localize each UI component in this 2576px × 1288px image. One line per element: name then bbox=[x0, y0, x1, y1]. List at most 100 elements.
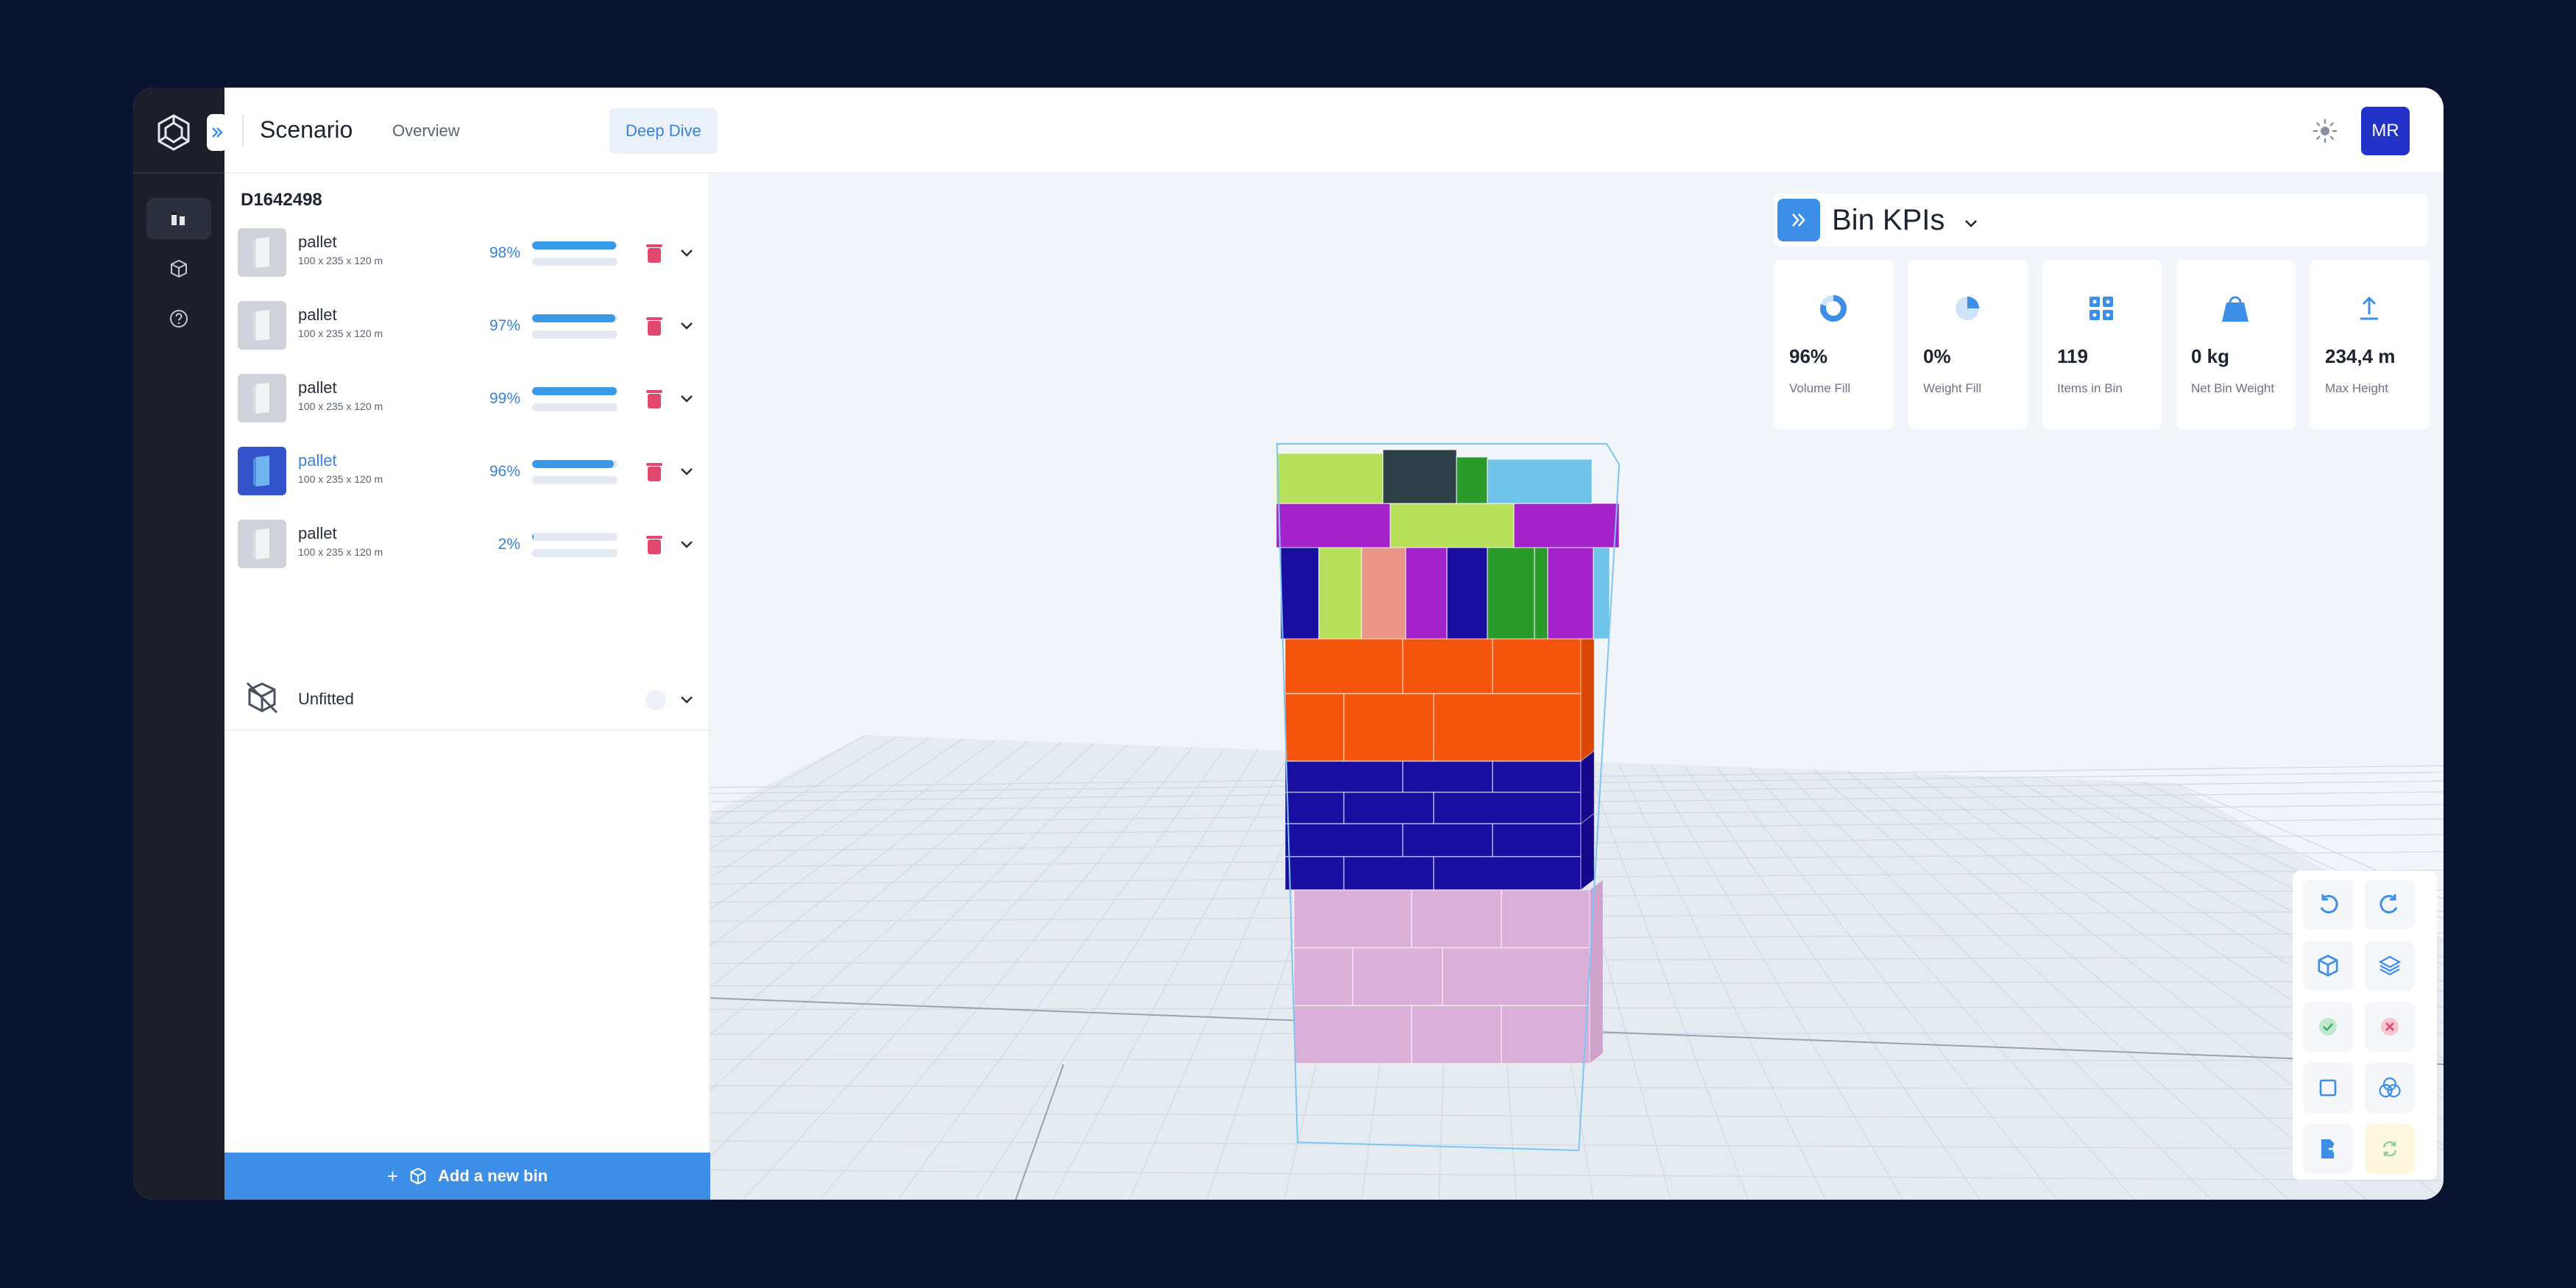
sun-icon bbox=[2313, 118, 2338, 144]
trash-icon bbox=[646, 536, 662, 554]
bin-row[interactable]: pallet 100 x 235 x 120 m 98% bbox=[224, 218, 710, 291]
kpi-value: 119 bbox=[2057, 345, 2088, 367]
tab-deep-dive[interactable]: Deep Dive bbox=[609, 108, 718, 154]
weight-fill-bar bbox=[532, 258, 618, 266]
nav-rail bbox=[133, 88, 227, 1200]
overlap-button[interactable] bbox=[2365, 1063, 2415, 1113]
scenario-title: Scenario bbox=[260, 116, 353, 143]
expand-bin-button[interactable] bbox=[678, 390, 696, 408]
user-avatar[interactable]: MR bbox=[2361, 107, 2410, 155]
reject-button[interactable] bbox=[2365, 1002, 2415, 1052]
chevron-down-icon bbox=[681, 541, 693, 548]
bins-icon bbox=[171, 212, 185, 225]
bin-fill-percent: 99% bbox=[489, 390, 520, 407]
delete-bin-button[interactable] bbox=[644, 533, 665, 556]
bin-dimensions: 100 x 235 x 120 m bbox=[298, 400, 383, 412]
bin-name: pallet bbox=[298, 451, 337, 470]
kpi-collapse-button[interactable] bbox=[1777, 199, 1820, 241]
upload-arrow-icon bbox=[2349, 288, 2390, 329]
trash-icon bbox=[646, 244, 662, 263]
kpi-title[interactable]: Bin KPIs bbox=[1832, 204, 1945, 237]
unfitted-count-badge bbox=[645, 690, 666, 710]
view-toolbar bbox=[2293, 871, 2437, 1180]
bin-dimensions: 100 x 235 x 120 m bbox=[298, 473, 383, 485]
chevron-down-icon[interactable] bbox=[678, 691, 696, 709]
rail-help-button[interactable] bbox=[146, 298, 211, 339]
kpi-card: 96% Volume Fill bbox=[1774, 260, 1894, 429]
packed-pallet-tower bbox=[1275, 443, 1621, 1152]
add-bin-button[interactable]: + Add a new bin bbox=[224, 1153, 710, 1200]
unfitted-box-icon bbox=[244, 679, 280, 716]
bin-dimensions: 100 x 235 x 120 m bbox=[298, 328, 383, 339]
pallet-thumbnail-icon bbox=[238, 301, 286, 350]
rail-cube-button[interactable] bbox=[146, 248, 211, 289]
undo-button[interactable] bbox=[2303, 880, 2353, 930]
kpi-value: 234,4 m bbox=[2325, 345, 2396, 367]
delete-bin-button[interactable] bbox=[644, 241, 665, 265]
export-button[interactable] bbox=[2303, 1124, 2353, 1174]
square-icon bbox=[2319, 1079, 2337, 1097]
expand-bin-button[interactable] bbox=[678, 463, 696, 481]
expand-bin-button[interactable] bbox=[678, 536, 696, 553]
kpi-value: 0 kg bbox=[2191, 345, 2230, 367]
rail-bins-button[interactable] bbox=[146, 198, 211, 239]
kpi-value: 0% bbox=[1923, 345, 1951, 367]
bin-name: pallet bbox=[298, 378, 337, 397]
layers-button[interactable] bbox=[2365, 941, 2415, 991]
kpi-header: Bin KPIs bbox=[1774, 194, 2428, 247]
kpi-card: 0% Weight Fill bbox=[1908, 260, 2028, 429]
weight-fill-bar bbox=[532, 476, 618, 484]
bin-fill-percent: 2% bbox=[498, 536, 520, 553]
unfitted-row[interactable]: Unfitted bbox=[224, 669, 710, 731]
bin-row[interactable]: pallet 100 x 235 x 120 m 99% bbox=[224, 364, 710, 436]
volume-fill-bar bbox=[532, 387, 618, 395]
weight-fill-bar bbox=[532, 403, 618, 411]
accept-button[interactable] bbox=[2303, 1002, 2353, 1052]
order-id-title: D1642498 bbox=[241, 190, 322, 210]
volume-fill-bar bbox=[532, 460, 618, 468]
tab-overview[interactable]: Overview bbox=[376, 108, 476, 154]
top-bar: Scenario Overview Deep Dive MR bbox=[224, 88, 2444, 174]
bin-row[interactable]: pallet 100 x 235 x 120 m 2% bbox=[224, 509, 710, 582]
bin-row[interactable]: pallet 100 x 235 x 120 m 97% bbox=[224, 291, 710, 364]
delete-bin-button[interactable] bbox=[644, 387, 665, 411]
unfitted-label: Unfitted bbox=[298, 690, 354, 708]
bin-name: pallet bbox=[298, 305, 337, 324]
pallet-thumbnail-icon bbox=[238, 447, 286, 495]
delete-bin-button[interactable] bbox=[644, 460, 665, 484]
undo-icon bbox=[2320, 894, 2338, 913]
expand-bin-button[interactable] bbox=[678, 244, 696, 262]
chevron-down-icon[interactable] bbox=[1963, 216, 1979, 232]
box-view-button[interactable] bbox=[2303, 941, 2353, 991]
bin-name: pallet bbox=[298, 233, 337, 251]
help-icon bbox=[170, 310, 188, 328]
delete-bin-button[interactable] bbox=[644, 314, 665, 338]
bins-panel: D1642498 pallet 100 x 235 x 120 m 98% palle… bbox=[224, 174, 710, 1200]
refresh-button[interactable] bbox=[2365, 1124, 2415, 1174]
logo-icon bbox=[154, 113, 194, 152]
pallet-thumbnail-icon bbox=[238, 374, 286, 422]
bin-dimensions: 100 x 235 x 120 m bbox=[298, 255, 383, 266]
cube-icon bbox=[410, 1167, 426, 1185]
trash-icon bbox=[646, 463, 662, 481]
kpi-label: Net Bin Weight bbox=[2191, 381, 2275, 395]
bin-fill-percent: 97% bbox=[489, 317, 520, 334]
bin-fill-percent: 98% bbox=[489, 244, 520, 261]
add-bin-label: Add a new bin bbox=[438, 1167, 548, 1185]
topbar-divider bbox=[242, 114, 244, 146]
theme-toggle-button[interactable] bbox=[2310, 116, 2340, 146]
kpi-card: 119 Items in Bin bbox=[2042, 260, 2162, 429]
pallet-thumbnail-icon bbox=[238, 520, 286, 568]
double-chevron-right-icon bbox=[212, 127, 223, 138]
kpi-label: Volume Fill bbox=[1789, 381, 1851, 395]
redo-button[interactable] bbox=[2365, 880, 2415, 930]
kpi-label: Weight Fill bbox=[1923, 381, 1982, 395]
bounding-box-button[interactable] bbox=[2303, 1063, 2353, 1113]
chevron-down-icon bbox=[681, 395, 693, 403]
chevron-down-icon bbox=[681, 250, 693, 257]
expand-bin-button[interactable] bbox=[678, 317, 696, 335]
volume-fill-bar bbox=[532, 241, 618, 250]
bin-row[interactable]: pallet 100 x 235 x 120 m 96% bbox=[224, 436, 710, 509]
kpi-card: 234,4 m Max Height bbox=[2310, 260, 2430, 429]
redo-icon bbox=[2379, 894, 2398, 913]
